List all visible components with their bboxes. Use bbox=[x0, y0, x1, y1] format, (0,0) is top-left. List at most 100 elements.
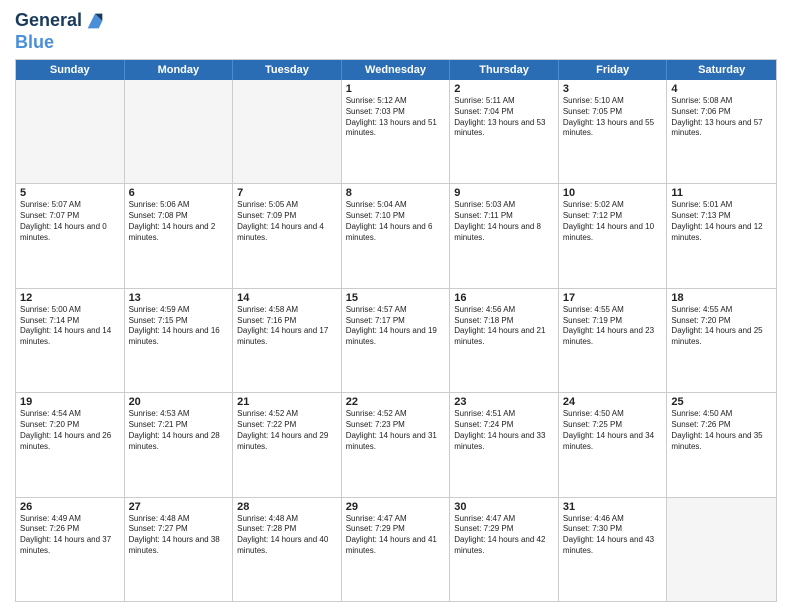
day-number: 29 bbox=[346, 501, 446, 513]
day-number: 18 bbox=[671, 292, 772, 304]
day-number: 10 bbox=[563, 187, 663, 199]
calendar-cell: 16Sunrise: 4:56 AMSunset: 7:18 PMDayligh… bbox=[450, 289, 559, 392]
day-number: 24 bbox=[563, 396, 663, 408]
calendar-cell: 3Sunrise: 5:10 AMSunset: 7:05 PMDaylight… bbox=[559, 80, 668, 183]
cell-details: Sunrise: 4:53 AMSunset: 7:21 PMDaylight:… bbox=[129, 409, 229, 452]
cell-details: Sunrise: 4:56 AMSunset: 7:18 PMDaylight:… bbox=[454, 305, 554, 348]
calendar-cell: 7Sunrise: 5:05 AMSunset: 7:09 PMDaylight… bbox=[233, 184, 342, 287]
calendar-cell: 18Sunrise: 4:55 AMSunset: 7:20 PMDayligh… bbox=[667, 289, 776, 392]
day-number: 13 bbox=[129, 292, 229, 304]
cell-details: Sunrise: 5:02 AMSunset: 7:12 PMDaylight:… bbox=[563, 200, 663, 243]
calendar-cell: 6Sunrise: 5:06 AMSunset: 7:08 PMDaylight… bbox=[125, 184, 234, 287]
cell-details: Sunrise: 4:57 AMSunset: 7:17 PMDaylight:… bbox=[346, 305, 446, 348]
calendar-cell: 9Sunrise: 5:03 AMSunset: 7:11 PMDaylight… bbox=[450, 184, 559, 287]
header-day-wednesday: Wednesday bbox=[342, 60, 451, 80]
cell-details: Sunrise: 5:03 AMSunset: 7:11 PMDaylight:… bbox=[454, 200, 554, 243]
calendar-cell: 26Sunrise: 4:49 AMSunset: 7:26 PMDayligh… bbox=[16, 498, 125, 601]
cell-details: Sunrise: 4:46 AMSunset: 7:30 PMDaylight:… bbox=[563, 514, 663, 557]
day-number: 2 bbox=[454, 83, 554, 95]
calendar-cell: 20Sunrise: 4:53 AMSunset: 7:21 PMDayligh… bbox=[125, 393, 234, 496]
calendar-cell: 27Sunrise: 4:48 AMSunset: 7:27 PMDayligh… bbox=[125, 498, 234, 601]
day-number: 17 bbox=[563, 292, 663, 304]
cell-details: Sunrise: 5:00 AMSunset: 7:14 PMDaylight:… bbox=[20, 305, 120, 348]
day-number: 20 bbox=[129, 396, 229, 408]
day-number: 3 bbox=[563, 83, 663, 95]
day-number: 5 bbox=[20, 187, 120, 199]
header-day-monday: Monday bbox=[125, 60, 234, 80]
calendar-cell: 1Sunrise: 5:12 AMSunset: 7:03 PMDaylight… bbox=[342, 80, 451, 183]
cell-details: Sunrise: 4:55 AMSunset: 7:19 PMDaylight:… bbox=[563, 305, 663, 348]
header-day-tuesday: Tuesday bbox=[233, 60, 342, 80]
day-number: 28 bbox=[237, 501, 337, 513]
day-number: 31 bbox=[563, 501, 663, 513]
cell-details: Sunrise: 4:52 AMSunset: 7:23 PMDaylight:… bbox=[346, 409, 446, 452]
calendar-body: 1Sunrise: 5:12 AMSunset: 7:03 PMDaylight… bbox=[16, 80, 776, 601]
logo-blue: Blue bbox=[15, 32, 54, 53]
cell-details: Sunrise: 4:58 AMSunset: 7:16 PMDaylight:… bbox=[237, 305, 337, 348]
calendar-cell: 8Sunrise: 5:04 AMSunset: 7:10 PMDaylight… bbox=[342, 184, 451, 287]
calendar-cell: 23Sunrise: 4:51 AMSunset: 7:24 PMDayligh… bbox=[450, 393, 559, 496]
cell-details: Sunrise: 5:10 AMSunset: 7:05 PMDaylight:… bbox=[563, 96, 663, 139]
header-day-sunday: Sunday bbox=[16, 60, 125, 80]
cell-details: Sunrise: 4:47 AMSunset: 7:29 PMDaylight:… bbox=[346, 514, 446, 557]
calendar-cell: 30Sunrise: 4:47 AMSunset: 7:29 PMDayligh… bbox=[450, 498, 559, 601]
header-day-saturday: Saturday bbox=[667, 60, 776, 80]
calendar-cell: 2Sunrise: 5:11 AMSunset: 7:04 PMDaylight… bbox=[450, 80, 559, 183]
header-day-friday: Friday bbox=[559, 60, 668, 80]
day-number: 6 bbox=[129, 187, 229, 199]
logo-text: General bbox=[15, 11, 82, 31]
calendar: SundayMondayTuesdayWednesdayThursdayFrid… bbox=[15, 59, 777, 602]
cell-details: Sunrise: 5:07 AMSunset: 7:07 PMDaylight:… bbox=[20, 200, 120, 243]
calendar-cell: 29Sunrise: 4:47 AMSunset: 7:29 PMDayligh… bbox=[342, 498, 451, 601]
day-number: 8 bbox=[346, 187, 446, 199]
calendar-cell: 24Sunrise: 4:50 AMSunset: 7:25 PMDayligh… bbox=[559, 393, 668, 496]
day-number: 19 bbox=[20, 396, 120, 408]
day-number: 23 bbox=[454, 396, 554, 408]
calendar-header: SundayMondayTuesdayWednesdayThursdayFrid… bbox=[16, 60, 776, 80]
calendar-cell: 19Sunrise: 4:54 AMSunset: 7:20 PMDayligh… bbox=[16, 393, 125, 496]
cell-details: Sunrise: 4:49 AMSunset: 7:26 PMDaylight:… bbox=[20, 514, 120, 557]
calendar-row-1: 1Sunrise: 5:12 AMSunset: 7:03 PMDaylight… bbox=[16, 80, 776, 184]
cell-details: Sunrise: 4:50 AMSunset: 7:25 PMDaylight:… bbox=[563, 409, 663, 452]
logo-icon bbox=[84, 10, 106, 32]
calendar-cell: 22Sunrise: 4:52 AMSunset: 7:23 PMDayligh… bbox=[342, 393, 451, 496]
day-number: 25 bbox=[671, 396, 772, 408]
calendar-row-2: 5Sunrise: 5:07 AMSunset: 7:07 PMDaylight… bbox=[16, 184, 776, 288]
logo: General Blue bbox=[15, 10, 106, 53]
day-number: 16 bbox=[454, 292, 554, 304]
calendar-cell: 28Sunrise: 4:48 AMSunset: 7:28 PMDayligh… bbox=[233, 498, 342, 601]
calendar-cell: 25Sunrise: 4:50 AMSunset: 7:26 PMDayligh… bbox=[667, 393, 776, 496]
calendar-cell: 10Sunrise: 5:02 AMSunset: 7:12 PMDayligh… bbox=[559, 184, 668, 287]
calendar-cell: 14Sunrise: 4:58 AMSunset: 7:16 PMDayligh… bbox=[233, 289, 342, 392]
calendar-cell bbox=[233, 80, 342, 183]
day-number: 30 bbox=[454, 501, 554, 513]
day-number: 12 bbox=[20, 292, 120, 304]
cell-details: Sunrise: 4:47 AMSunset: 7:29 PMDaylight:… bbox=[454, 514, 554, 557]
calendar-cell: 15Sunrise: 4:57 AMSunset: 7:17 PMDayligh… bbox=[342, 289, 451, 392]
calendar-row-4: 19Sunrise: 4:54 AMSunset: 7:20 PMDayligh… bbox=[16, 393, 776, 497]
cell-details: Sunrise: 4:52 AMSunset: 7:22 PMDaylight:… bbox=[237, 409, 337, 452]
day-number: 21 bbox=[237, 396, 337, 408]
cell-details: Sunrise: 4:54 AMSunset: 7:20 PMDaylight:… bbox=[20, 409, 120, 452]
day-number: 7 bbox=[237, 187, 337, 199]
header-day-thursday: Thursday bbox=[450, 60, 559, 80]
day-number: 15 bbox=[346, 292, 446, 304]
page: General Blue SundayMondayTuesdayWednesda… bbox=[0, 0, 792, 612]
day-number: 22 bbox=[346, 396, 446, 408]
day-number: 9 bbox=[454, 187, 554, 199]
cell-details: Sunrise: 5:05 AMSunset: 7:09 PMDaylight:… bbox=[237, 200, 337, 243]
cell-details: Sunrise: 5:08 AMSunset: 7:06 PMDaylight:… bbox=[671, 96, 772, 139]
calendar-cell: 21Sunrise: 4:52 AMSunset: 7:22 PMDayligh… bbox=[233, 393, 342, 496]
day-number: 26 bbox=[20, 501, 120, 513]
calendar-cell: 31Sunrise: 4:46 AMSunset: 7:30 PMDayligh… bbox=[559, 498, 668, 601]
header: General Blue bbox=[15, 10, 777, 53]
cell-details: Sunrise: 4:59 AMSunset: 7:15 PMDaylight:… bbox=[129, 305, 229, 348]
day-number: 11 bbox=[671, 187, 772, 199]
cell-details: Sunrise: 5:12 AMSunset: 7:03 PMDaylight:… bbox=[346, 96, 446, 139]
cell-details: Sunrise: 5:01 AMSunset: 7:13 PMDaylight:… bbox=[671, 200, 772, 243]
day-number: 27 bbox=[129, 501, 229, 513]
cell-details: Sunrise: 4:55 AMSunset: 7:20 PMDaylight:… bbox=[671, 305, 772, 348]
cell-details: Sunrise: 4:48 AMSunset: 7:27 PMDaylight:… bbox=[129, 514, 229, 557]
cell-details: Sunrise: 5:06 AMSunset: 7:08 PMDaylight:… bbox=[129, 200, 229, 243]
calendar-cell: 12Sunrise: 5:00 AMSunset: 7:14 PMDayligh… bbox=[16, 289, 125, 392]
